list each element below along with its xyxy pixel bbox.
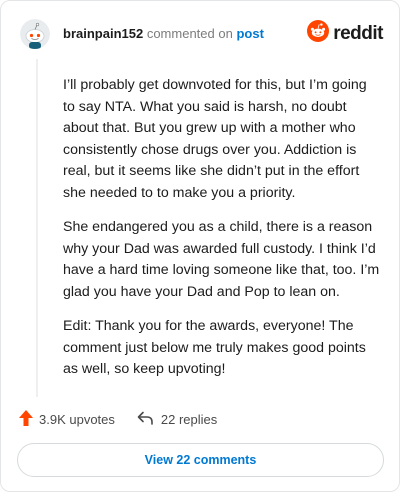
comment-body: I’ll probably get downvoted for this, bu…	[63, 75, 381, 394]
comment-paragraph: Edit: Thank you for the awards, everyone…	[63, 318, 366, 377]
upvote-count: 3.9K upvotes	[39, 411, 115, 427]
comment-paragraph: She endangered you as a child, there is …	[63, 219, 380, 300]
reddit-brand[interactable]: reddit	[307, 20, 383, 47]
snoo-avatar-icon[interactable]	[20, 19, 50, 49]
upvote-button[interactable]: 3.9K upvotes	[19, 409, 115, 429]
username-link[interactable]: brainpain152	[63, 26, 143, 41]
view-comments-button[interactable]: View 22 comments	[17, 443, 384, 477]
reddit-logo-icon	[307, 20, 330, 47]
reddit-wordmark: reddit	[333, 22, 383, 44]
comment-header: brainpain152 commented on post reddit	[20, 18, 383, 50]
comment-meta: brainpain152 commented on post	[63, 26, 264, 42]
comment-card: brainpain152 commented on post reddit I’…	[0, 0, 400, 492]
action-text: commented on	[146, 26, 233, 41]
upvote-arrow-icon	[19, 409, 33, 429]
post-link[interactable]: post	[236, 26, 263, 41]
thread-line[interactable]	[36, 59, 38, 397]
replies-button[interactable]: 22 replies	[137, 411, 217, 428]
comment-actions: 3.9K upvotes 22 replies	[19, 409, 217, 429]
replies-count: 22 replies	[160, 411, 218, 427]
reply-arrow-icon	[137, 411, 153, 428]
comment-paragraph: I’ll probably get downvoted for this, bu…	[63, 77, 367, 201]
